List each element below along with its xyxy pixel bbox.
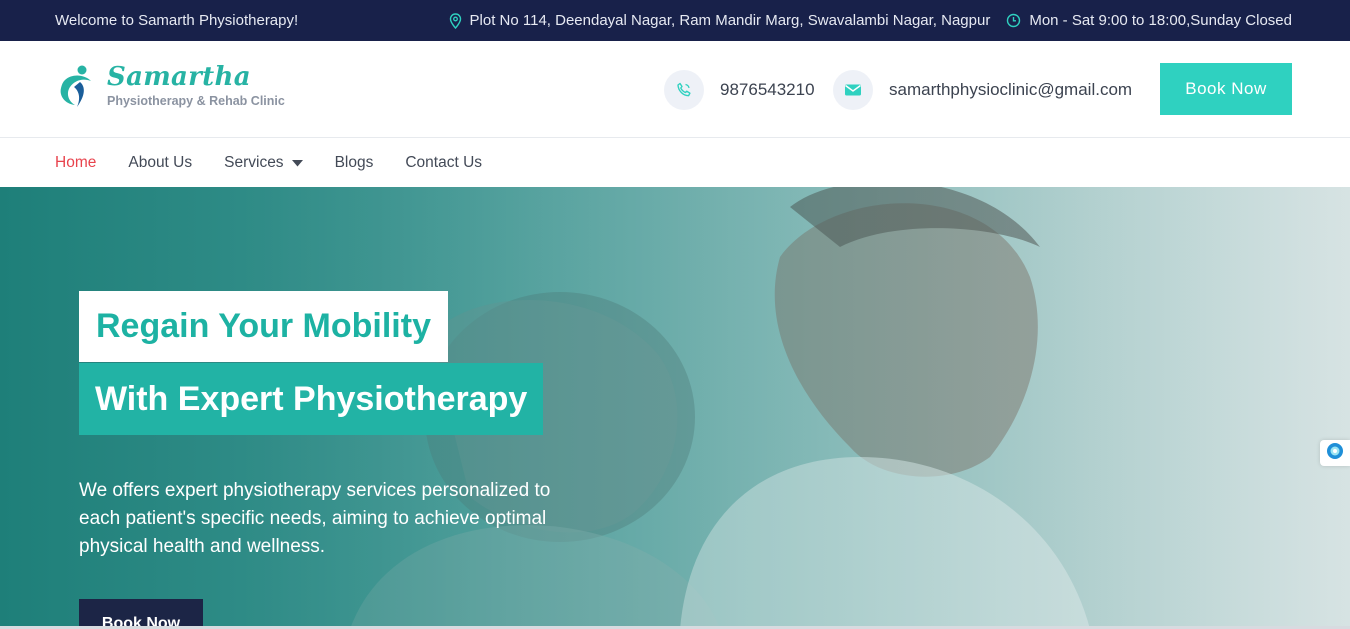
top-info-bar: Welcome to Samarth Physiotherapy! Plot N… [0,0,1350,41]
hero-description: We offers expert physiotherapy services … [79,480,551,557]
phone-icon [664,70,704,110]
logo-figure-icon [55,63,99,114]
hero-section: Regain Your Mobility With Expert Physiot… [0,187,1350,629]
email-icon [833,70,873,110]
phone-number: 9876543210 [720,80,815,99]
chat-widget-button[interactable] [1320,440,1350,466]
nav-item-home[interactable]: Home [55,154,96,172]
topbar-address: Plot No 114, Deendayal Nagar, Ram Mandir… [449,12,991,29]
topbar-hours: Mon - Sat 9:00 to 18:00,Sunday Closed [1006,12,1292,29]
hero-book-now-button[interactable]: Book Now [79,599,203,629]
site-logo[interactable]: Samartha Physiotherapy & Rehab Clinic [55,63,285,114]
hero-headline-line1: Regain Your Mobility [79,291,448,362]
brand-tagline: Physiotherapy & Rehab Clinic [107,94,285,108]
nav-item-blogs[interactable]: Blogs [335,154,374,172]
welcome-text: Welcome to Samarth Physiotherapy! [55,12,299,29]
nav-services-label: Services [224,153,284,171]
address-text: Plot No 114, Deendayal Nagar, Ram Mandir… [469,12,991,29]
brand-name: Samartha [107,62,251,92]
header-email[interactable]: samarthphysioclinic@gmail.com [833,70,1132,110]
header-phone[interactable]: 9876543210 [664,70,815,110]
main-nav: Home About Us Services Blogs Contact Us [0,138,1350,187]
site-header: Samartha Physiotherapy & Rehab Clinic 98… [0,41,1350,138]
hours-text: Mon - Sat 9:00 to 18:00,Sunday Closed [1029,12,1292,29]
book-now-button[interactable]: Book Now [1160,63,1292,115]
nav-item-contact-us[interactable]: Contact Us [405,154,482,172]
caret-down-icon [291,154,303,172]
nav-item-about-us[interactable]: About Us [128,154,192,172]
topbar-info: Plot No 114, Deendayal Nagar, Ram Mandir… [449,12,1292,29]
clock-icon [1006,13,1021,28]
chat-bubble-icon [1326,442,1344,465]
logo-text: Samartha Physiotherapy & Rehab Clinic [107,63,285,108]
nav-item-services[interactable]: Services [224,153,303,172]
map-pin-icon [449,12,462,29]
hero-headline-line2: With Expert Physiotherapy [79,363,544,435]
email-address: samarthphysioclinic@gmail.com [889,80,1133,99]
